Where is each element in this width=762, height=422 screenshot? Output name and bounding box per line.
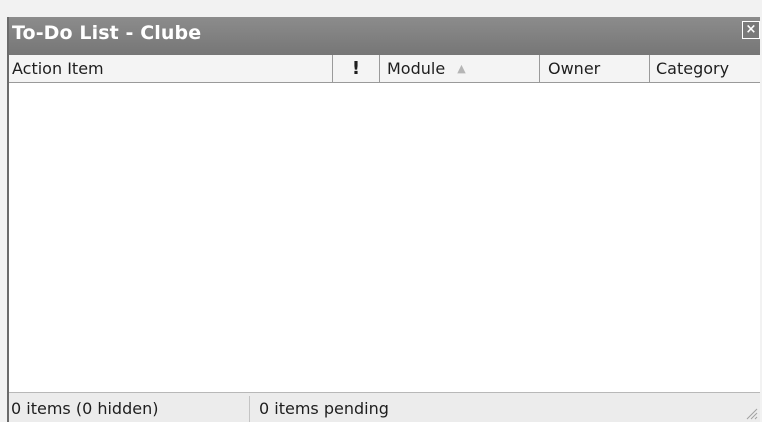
close-icon: × — [745, 22, 757, 37]
column-label-module: Module — [387, 59, 446, 78]
column-label-category: Category — [656, 59, 730, 78]
todo-list-window: To-Do List - Clube × Action Item ! Modul… — [7, 17, 760, 422]
status-item-count: 0 items (0 hidden) — [11, 396, 250, 422]
column-header-priority[interactable]: ! — [333, 55, 380, 82]
priority-icon: ! — [351, 58, 361, 79]
column-header-module[interactable]: Module ▲ — [380, 55, 540, 82]
status-pending-count: 0 items pending — [259, 399, 389, 418]
close-button[interactable]: × — [742, 21, 760, 39]
column-header-category[interactable]: Category — [650, 55, 760, 82]
column-header-row: Action Item ! Module ▲ Owner Category — [9, 55, 760, 83]
sort-ascending-icon: ▲ — [457, 62, 466, 75]
title-bar[interactable]: To-Do List - Clube × — [9, 17, 760, 55]
column-label-owner: Owner — [548, 59, 601, 78]
todo-list-body[interactable] — [9, 83, 760, 392]
column-header-owner[interactable]: Owner — [540, 55, 650, 82]
status-bar: 0 items (0 hidden) 0 items pending — [9, 392, 760, 422]
column-header-action-item[interactable]: Action Item — [9, 55, 333, 82]
resize-grip-icon[interactable] — [744, 406, 758, 420]
window-title: To-Do List - Clube — [12, 22, 202, 44]
column-label-action-item: Action Item — [12, 59, 104, 78]
